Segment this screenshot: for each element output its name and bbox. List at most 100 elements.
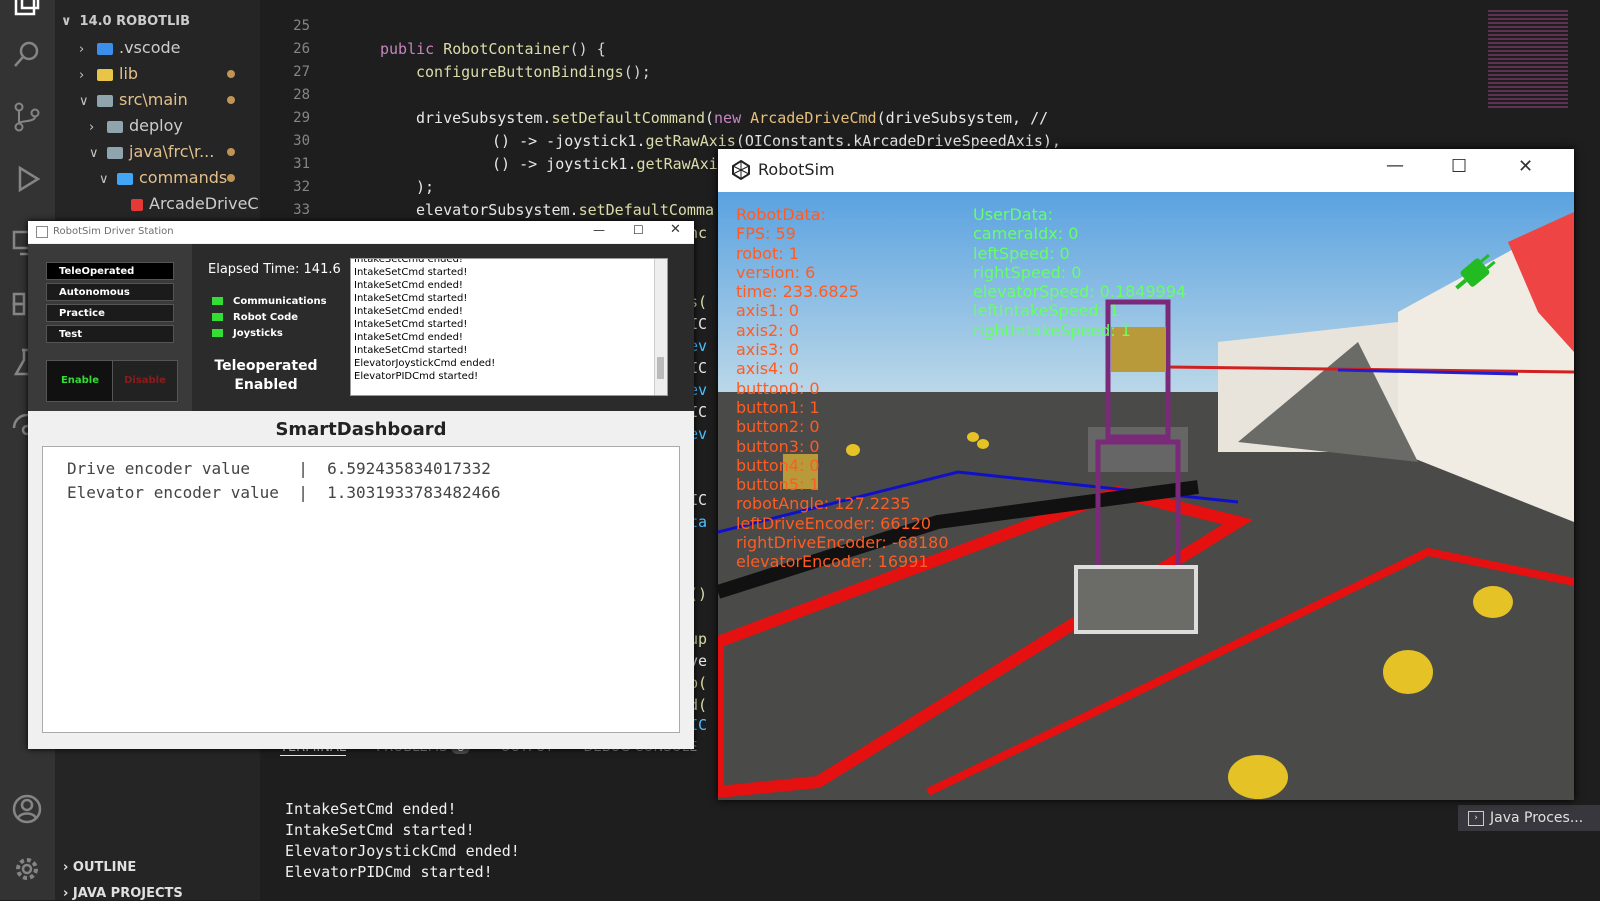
java-projects-section[interactable]: › JAVA PROJECTS bbox=[63, 886, 183, 901]
line-number: 29 bbox=[293, 110, 310, 126]
outline-label: OUTLINE bbox=[72, 860, 137, 875]
modified-dot bbox=[227, 174, 235, 182]
line-number: 31 bbox=[293, 156, 310, 172]
chevron-down-icon: ∨ bbox=[79, 94, 89, 109]
mode-autonomous[interactable]: Autonomous bbox=[46, 283, 174, 301]
close-icon[interactable]: ✕ bbox=[670, 222, 681, 237]
disable-button[interactable]: Disable bbox=[112, 360, 178, 402]
terminal-line: ElevatorPIDCmd started! bbox=[285, 863, 493, 881]
outline-section[interactable]: › OUTLINE bbox=[63, 860, 136, 875]
robot-data-line: button1: 1 bbox=[736, 397, 820, 417]
terminal-line: IntakeSetCmd ended! bbox=[285, 800, 457, 818]
robotsim-titlebar[interactable]: RobotSim — ☐ ✕ bbox=[718, 149, 1574, 192]
explorer-icon[interactable] bbox=[10, 0, 44, 20]
robot-data-line: robotAngle: 127.2235 bbox=[736, 494, 911, 514]
line-number: 30 bbox=[293, 133, 310, 149]
row-label: Elevator encoder value bbox=[67, 483, 279, 502]
java-process-label: Java Proces... bbox=[1490, 810, 1584, 826]
driver-station-titlebar[interactable]: RobotSim Driver Station — ☐ ✕ bbox=[28, 221, 694, 243]
log-entry: IntakeSetCmd ended! bbox=[354, 280, 463, 291]
code-text: driveSubsystem. bbox=[416, 109, 552, 127]
state-enabled: Enabled bbox=[234, 377, 298, 393]
modified-dot bbox=[227, 96, 235, 104]
java-projects-label: JAVA PROJECTS bbox=[72, 886, 183, 901]
code-line-31: () -> joystick1.getRawAxi bbox=[492, 155, 718, 173]
mode-teleoperated[interactable]: TeleOperated bbox=[46, 262, 174, 280]
tree-item-src-main[interactable]: ∨ src\main bbox=[79, 87, 188, 113]
tree-item-vscode[interactable]: › .vscode bbox=[79, 35, 180, 61]
run-debug-icon[interactable] bbox=[10, 162, 44, 196]
modified-dot bbox=[227, 70, 235, 78]
app-icon bbox=[36, 226, 48, 238]
tree-item-java-frc[interactable]: ∨ java\frc\r... bbox=[89, 139, 214, 165]
log-entry: ElevatorPIDCmd started! bbox=[354, 371, 479, 382]
user-data-line: leftSpeed: 0 bbox=[973, 243, 1070, 263]
user-data-line: elevatorSpeed: 0.1849994 bbox=[973, 282, 1187, 302]
folder-icon bbox=[107, 120, 123, 133]
mode-practice[interactable]: Practice bbox=[46, 304, 174, 322]
method-name: setDefaultCommand bbox=[551, 109, 705, 127]
user-data-line: rightSpeed: 0 bbox=[973, 262, 1082, 282]
robot-data-line: version: 6 bbox=[736, 262, 816, 282]
search-icon[interactable] bbox=[10, 38, 44, 72]
robot-data-line: leftDriveEncoder: 66120 bbox=[736, 513, 932, 533]
line-number: 33 bbox=[293, 202, 310, 218]
message-log[interactable]: IntakeSetCmd ended! IntakeSetCmd started… bbox=[350, 258, 668, 396]
account-icon[interactable] bbox=[10, 792, 44, 826]
scrollbar-thumb[interactable] bbox=[657, 357, 664, 379]
maximize-icon[interactable]: ☐ bbox=[633, 223, 644, 237]
robot-data-panel: RobotData: FPS: 59 robot: 1 version: 6 t… bbox=[736, 205, 949, 572]
code-text: () -> -joystick1. bbox=[492, 132, 646, 150]
window-title: RobotSim Driver Station bbox=[53, 226, 174, 237]
window-title: RobotSim bbox=[758, 160, 835, 179]
log-entry: ElevatorJoystickCmd ended! bbox=[354, 358, 496, 369]
table-row: Elevator encoder value | 1.3031933783482… bbox=[67, 483, 500, 502]
tree-item-label: src\main bbox=[119, 90, 188, 109]
mode-test[interactable]: Test bbox=[46, 325, 174, 343]
user-data-panel: UserData: cameraIdx: 0 leftSpeed: 0 righ… bbox=[973, 205, 1186, 340]
close-icon[interactable]: ✕ bbox=[1518, 156, 1533, 177]
unity-icon bbox=[732, 159, 750, 181]
user-data-line: rightIntakeSpeed: 1 bbox=[973, 320, 1131, 340]
indicator-label: Joysticks bbox=[233, 328, 283, 339]
line-number: 25 bbox=[293, 18, 310, 34]
settings-gear-icon[interactable] bbox=[10, 852, 44, 886]
terminal-line: ElevatorJoystickCmd ended! bbox=[285, 842, 520, 860]
enable-button[interactable]: Enable bbox=[46, 360, 114, 402]
log-entry: IntakeSetCmd started! bbox=[354, 267, 468, 278]
chevron-right-icon: › bbox=[89, 120, 95, 135]
code-line-32: ); bbox=[416, 178, 435, 196]
log-entry: IntakeSetCmd started! bbox=[354, 293, 468, 304]
terminal-line: IntakeSetCmd started! bbox=[285, 821, 475, 839]
user-data-line: UserData: bbox=[973, 205, 1054, 224]
elapsed-time: Elapsed Time: 141.6 bbox=[208, 262, 341, 277]
workspace-root[interactable]: ∨ 14.0 ROBOTLIB bbox=[61, 9, 190, 35]
robot-data-line: RobotData: bbox=[736, 205, 826, 224]
log-entry: IntakeSetCmd ended! bbox=[354, 306, 463, 317]
row-label: Drive encoder value bbox=[67, 459, 279, 478]
tree-item-lib[interactable]: › lib bbox=[79, 61, 138, 87]
user-data-line: cameraIdx: 0 bbox=[973, 224, 1079, 244]
robot-data-line: button4: 0 bbox=[736, 455, 820, 475]
java-process-terminal[interactable]: › Java Proces... bbox=[1458, 805, 1600, 831]
source-control-icon[interactable] bbox=[10, 100, 44, 134]
row-value: 1.3031933783482466 bbox=[327, 483, 501, 502]
row-value: 6.592435834017332 bbox=[327, 459, 491, 478]
minimize-icon[interactable]: — bbox=[1386, 155, 1404, 176]
tree-item-deploy[interactable]: › deploy bbox=[89, 113, 183, 139]
robot-data-line: axis4: 0 bbox=[736, 359, 799, 379]
method-name: configureButtonBindings bbox=[416, 63, 624, 81]
tree-item-commands[interactable]: ∨ commands bbox=[99, 165, 227, 191]
robot-data-line: rightDriveEncoder: -68180 bbox=[736, 533, 949, 553]
maximize-icon[interactable]: ☐ bbox=[1451, 156, 1467, 177]
status-led bbox=[212, 313, 223, 321]
robot-data-line: axis3: 0 bbox=[736, 340, 799, 360]
code-text: elevatorSubsystem. bbox=[416, 201, 579, 219]
tree-item-arcade-drive[interactable]: ArcadeDriveC... bbox=[127, 191, 274, 217]
minimize-icon[interactable]: — bbox=[593, 223, 605, 237]
folder-icon bbox=[107, 146, 123, 159]
minimap[interactable] bbox=[1488, 10, 1568, 110]
log-scrollbar[interactable] bbox=[654, 259, 667, 395]
line-number: 32 bbox=[293, 179, 310, 195]
keyword: public bbox=[380, 40, 444, 58]
